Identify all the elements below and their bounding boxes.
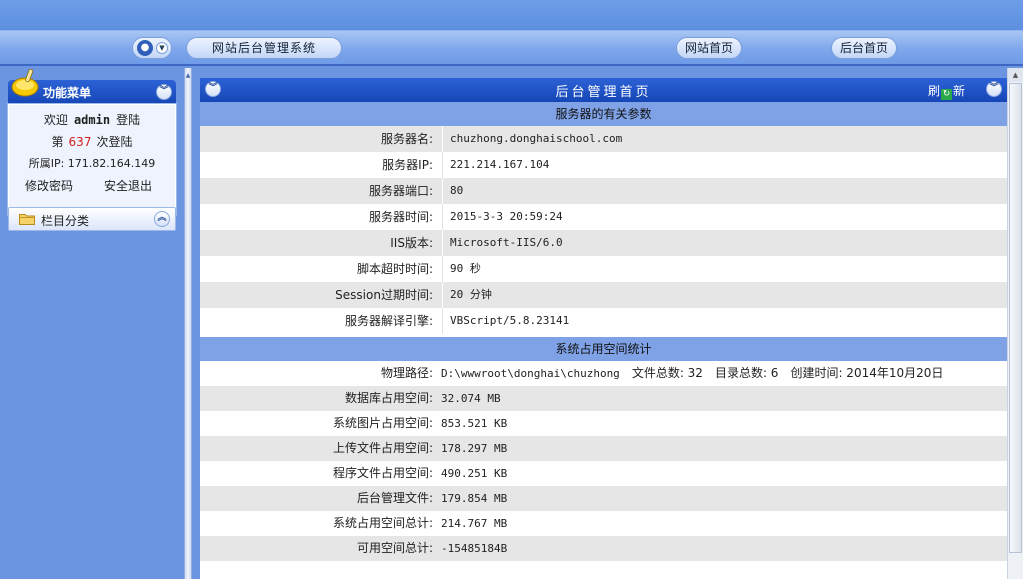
function-menu-header: 功能菜单 ︾ bbox=[8, 68, 176, 104]
space-label: 系统占用空间总计: bbox=[332, 516, 433, 530]
space-value: 32.074 MB bbox=[441, 392, 501, 405]
menu-logo-icon bbox=[11, 68, 39, 97]
scroll-up-icon[interactable]: ▲ bbox=[1008, 68, 1023, 82]
user-menu-button[interactable]: ● ▼ bbox=[132, 37, 172, 59]
param-label: 服务器IP: bbox=[382, 158, 433, 172]
user-info-panel: 欢迎 admin 登陆 第 637 次登陆 所属IP: 171.82.164.149 修… bbox=[7, 103, 177, 216]
refresh-button[interactable]: 刷 ↻ 新 bbox=[928, 82, 965, 100]
param-value: 221.214.167.104 bbox=[450, 158, 550, 171]
path-info: D:\wwwroot\donghai\chuzhong 文件总数: 32 目录总数:… bbox=[441, 361, 943, 386]
space-value: 853.521 KB bbox=[441, 417, 508, 430]
refresh-label-left: 刷 bbox=[928, 84, 941, 98]
space-value: 490.251 KB bbox=[441, 467, 508, 480]
logout-link[interactable]: 安全退出 bbox=[104, 177, 152, 194]
top-navbar: ● ▼ 网站后台管理系统 网站首页 后台首页 bbox=[0, 31, 1023, 66]
space-label: 系统图片占用空间: bbox=[332, 416, 433, 430]
expand-icon[interactable]: ︽ bbox=[154, 211, 170, 227]
table-row: 系统占用空间总计: 214.767 MB bbox=[200, 511, 1007, 536]
table-row: 物理路径: D:\wwwroot\donghai\chuzhong 文件总数: 3… bbox=[200, 361, 1007, 386]
path-value: D:\wwwroot\donghai\chuzhong bbox=[441, 367, 620, 380]
username: admin bbox=[73, 113, 111, 127]
param-label: 服务器端口: bbox=[368, 184, 433, 198]
param-label: 服务器名: bbox=[380, 132, 433, 146]
file-total: 文件总数: 32 bbox=[631, 366, 703, 380]
table-row: 程序文件占用空间: 490.251 KB bbox=[200, 461, 1007, 486]
collapse-sidebar-icon[interactable]: ▲ bbox=[185, 72, 191, 80]
vertical-scrollbar[interactable]: ▲ bbox=[1007, 68, 1023, 579]
table-row: 服务器IP: 221.214.167.104 bbox=[200, 152, 1007, 178]
param-label: 脚本超时时间: bbox=[356, 262, 433, 276]
table-row: 服务器解译引擎: VBScript/5.8.23141 bbox=[200, 308, 1007, 334]
user-icon: ● bbox=[137, 40, 153, 56]
param-value: chuzhong.donghaischool.com bbox=[450, 132, 623, 145]
site-home-button[interactable]: 网站首页 bbox=[676, 37, 742, 59]
function-menu: 功能菜单 ︾ 欢迎 admin 登陆 第 637 次登陆 所属IP: 171.82.16… bbox=[7, 68, 177, 270]
refresh-icon: ↻ bbox=[941, 89, 953, 100]
refresh-label-right: 新 bbox=[953, 84, 966, 98]
space-section-header: 系统占用空间统计 bbox=[200, 337, 1007, 361]
space-label: 数据库占用空间: bbox=[344, 391, 433, 405]
function-menu-title: 功能菜单 bbox=[43, 86, 92, 100]
space-value: 214.767 MB bbox=[441, 517, 508, 530]
table-row: Session过期时间: 20 分钟 bbox=[200, 282, 1007, 308]
table-row: 脚本超时时间: 90 秒 bbox=[200, 256, 1007, 282]
sidebar-item-category[interactable]: 栏目分类 ︽ bbox=[8, 207, 176, 231]
param-value: 20 分钟 bbox=[450, 288, 492, 301]
top-banner bbox=[0, 0, 1023, 31]
server-section-header: 服务器的有关参数 bbox=[200, 102, 1007, 126]
param-label: 服务器解译引擎: bbox=[344, 314, 433, 328]
table-row: 服务器名: chuzhong.donghaischool.com bbox=[200, 126, 1007, 152]
param-label: 服务器时间: bbox=[368, 210, 433, 224]
table-row: 系统图片占用空间: 853.521 KB bbox=[200, 411, 1007, 436]
space-label: 后台管理文件: bbox=[356, 491, 433, 505]
login-count: 637 bbox=[68, 135, 92, 149]
space-label: 程序文件占用空间: bbox=[332, 466, 433, 480]
space-value: -15485184B bbox=[441, 542, 508, 555]
change-password-link[interactable]: 修改密码 bbox=[25, 177, 73, 194]
content-panel: 服务器的有关参数 服务器名: chuzhong.donghaischool.co… bbox=[200, 102, 1007, 579]
collapse-icon[interactable]: ︾ bbox=[156, 84, 172, 100]
created-date: 创建时间: 2014年10月20日 bbox=[790, 366, 944, 380]
space-value: 178.297 MB bbox=[441, 442, 508, 455]
folder-icon bbox=[19, 214, 35, 225]
sidebar: 功能菜单 ︾ 欢迎 admin 登陆 第 637 次登陆 所属IP: 171.82.16… bbox=[0, 68, 184, 579]
main-area: ︾ 后台管理首页 刷 ↻ 新 ︾ 服务器的有关参数 服务器名: chuzhong.d… bbox=[192, 68, 1007, 579]
system-name-button[interactable]: 网站后台管理系统 bbox=[186, 37, 342, 59]
param-value: 2015-3-3 20:59:24 bbox=[450, 210, 563, 223]
welcome-suffix: 登陆 bbox=[116, 113, 141, 127]
space-label: 可用空间总计: bbox=[356, 541, 433, 555]
ip-text: 所属IP: 171.82.164.149 bbox=[28, 157, 156, 170]
param-label: Session过期时间: bbox=[335, 288, 433, 302]
table-row: 服务器时间: 2015-3-3 20:59:24 bbox=[200, 204, 1007, 230]
space-label: 上传文件占用空间: bbox=[332, 441, 433, 455]
chevron-down-icon: ▼ bbox=[156, 42, 168, 54]
page-title: 后台管理首页 bbox=[555, 85, 652, 100]
param-value: Microsoft-IIS/6.0 bbox=[450, 236, 563, 249]
welcome-text: 欢迎 admin 登陆 bbox=[9, 111, 175, 128]
table-row: 服务器端口: 80 bbox=[200, 178, 1007, 204]
scrollbar-thumb[interactable] bbox=[1009, 83, 1022, 553]
login-count-text: 第 637 次登陆 bbox=[9, 133, 175, 150]
table-row: 可用空间总计: -15485184B bbox=[200, 536, 1007, 561]
category-label: 栏目分类 bbox=[41, 214, 90, 228]
panel-splitter[interactable]: ▲ bbox=[184, 68, 192, 579]
main-header: ︾ 后台管理首页 刷 ↻ 新 ︾ bbox=[200, 78, 1007, 102]
table-row: IIS版本: Microsoft-IIS/6.0 bbox=[200, 230, 1007, 256]
collapse-right-icon[interactable]: ︾ bbox=[986, 81, 1002, 97]
param-value: VBScript/5.8.23141 bbox=[450, 314, 570, 327]
param-label: IIS版本: bbox=[390, 236, 433, 250]
dir-total: 目录总数: 6 bbox=[714, 366, 779, 380]
table-row: 后台管理文件: 179.854 MB bbox=[200, 486, 1007, 511]
login-suffix: 次登陆 bbox=[96, 135, 133, 149]
table-row: 上传文件占用空间: 178.297 MB bbox=[200, 436, 1007, 461]
space-value: 179.854 MB bbox=[441, 492, 508, 505]
admin-home-button[interactable]: 后台首页 bbox=[831, 37, 897, 59]
login-prefix: 第 bbox=[51, 135, 64, 149]
welcome-prefix: 欢迎 bbox=[43, 113, 68, 127]
path-label: 物理路径: bbox=[380, 366, 433, 380]
param-value: 90 秒 bbox=[450, 262, 481, 275]
param-value: 80 bbox=[450, 184, 464, 197]
table-row: 数据库占用空间: 32.074 MB bbox=[200, 386, 1007, 411]
